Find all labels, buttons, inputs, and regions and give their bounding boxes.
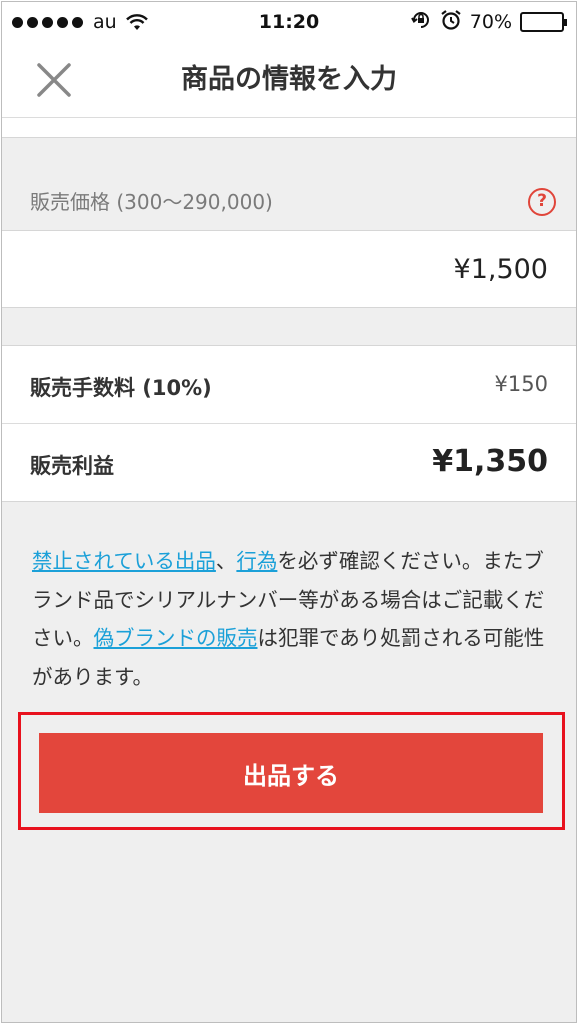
profit-value: ¥1,350 <box>432 444 548 479</box>
submit-listing-button[interactable]: 出品する <box>39 733 543 813</box>
status-bar: au 11:20 70% <box>2 2 576 42</box>
help-icon[interactable]: ? <box>528 188 556 216</box>
alarm-icon <box>440 9 462 36</box>
battery-percent: 70% <box>469 11 512 33</box>
price-input-row <box>2 230 576 308</box>
price-input[interactable] <box>148 231 548 307</box>
commission-row: 販売手数料 (10%) ¥150 <box>2 346 576 424</box>
previous-section-edge <box>2 118 576 138</box>
commission-label: 販売手数料 (10%) <box>30 376 212 400</box>
price-label: 販売価格 (300〜290,000) <box>30 190 273 214</box>
price-label-row: 販売価格 (300〜290,000) ? <box>2 168 576 230</box>
listing-notice: 禁止されている出品、行為を必ず確認ください。またブランド品でシリアルナンバー等が… <box>32 542 552 696</box>
status-right: 70% <box>410 2 567 42</box>
rotation-lock-icon <box>410 9 432 36</box>
notice-separator: 、 <box>215 549 237 573</box>
battery-icon <box>520 12 567 32</box>
prohibited-listings-link[interactable]: 禁止されている出品 <box>32 549 216 573</box>
commission-value: ¥150 <box>494 372 548 396</box>
counterfeit-link[interactable]: 偽ブランドの販売 <box>94 626 258 650</box>
prohibited-acts-link[interactable]: 行為 <box>236 549 277 573</box>
profit-row: 販売利益 ¥1,350 <box>2 424 576 502</box>
fee-section: 販売手数料 (10%) ¥150 販売利益 ¥1,350 <box>2 345 576 502</box>
profit-label: 販売利益 <box>30 454 114 478</box>
app-screen: au 11:20 70% 商品の情報を入力 販売価格 (300〜290,000)… <box>1 1 577 1023</box>
nav-bar: 商品の情報を入力 <box>2 42 576 118</box>
page-title: 商品の情報を入力 <box>181 64 397 95</box>
